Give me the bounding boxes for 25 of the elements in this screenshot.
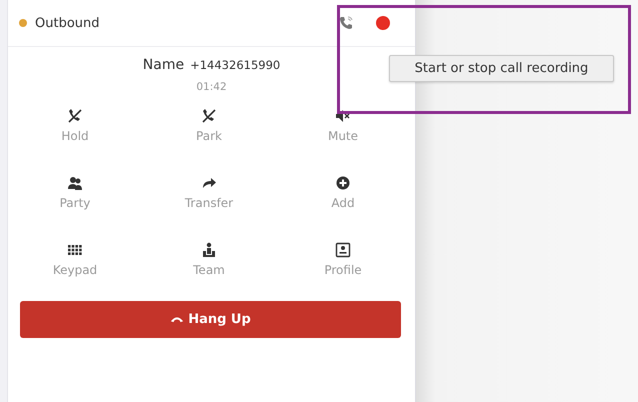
call-action[interactable]: Add [276, 175, 410, 227]
call-action[interactable]: Park [142, 108, 276, 160]
call-action[interactable]: Hold [8, 108, 142, 160]
call-status: Outbound [35, 16, 100, 30]
call-action[interactable]: Transfer [142, 175, 276, 227]
record-button[interactable] [376, 16, 390, 30]
call-action[interactable]: Mute [276, 108, 410, 160]
phone-icon [170, 315, 184, 324]
call-action[interactable]: Profile [276, 242, 410, 294]
plus-circle-icon [335, 175, 351, 191]
call-duration: 01:42 [195, 81, 228, 93]
call-action[interactable]: Keypad [8, 242, 142, 294]
call-action[interactable]: Party [8, 175, 142, 227]
phone-icon[interactable] [338, 15, 354, 31]
caller-name: Name [142, 57, 184, 73]
keypad-icon [67, 242, 83, 258]
people-icon [67, 175, 83, 191]
speaker-mute-icon [335, 108, 351, 124]
phone-slash-icon [201, 108, 217, 124]
call-action[interactable]: Team [142, 242, 276, 294]
contact-card-icon [335, 242, 351, 258]
hang-up-button[interactable]: Hang Up [20, 301, 401, 338]
tooltip: Start or stop call recording [389, 55, 614, 82]
phone-slash-icon [67, 108, 83, 124]
caller-number: +14432615990 [190, 58, 280, 72]
